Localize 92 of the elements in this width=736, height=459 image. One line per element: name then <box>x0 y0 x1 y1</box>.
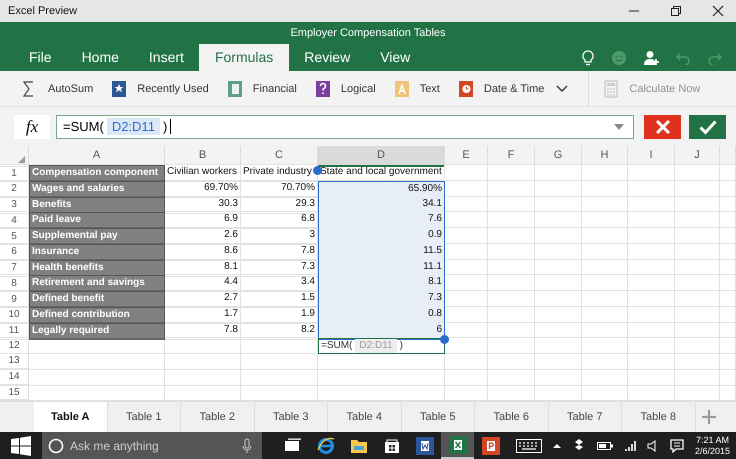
windows-logo-icon[interactable] <box>11 436 31 456</box>
table-cell: 2.7 <box>165 291 241 308</box>
table-cell: Legally required <box>29 322 165 340</box>
table-cell: 69.70% <box>165 180 241 198</box>
shopping-bag-icon <box>382 436 400 455</box>
presentation-app-icon <box>482 436 500 455</box>
column-header[interactable]: F <box>488 146 535 167</box>
ribbon-tab[interactable]: Insert <box>134 44 199 71</box>
table-cell: Retirement and savings <box>29 275 165 292</box>
question-book-icon <box>314 80 331 98</box>
column-header[interactable]: J <box>675 146 720 167</box>
notification-icon[interactable] <box>670 438 684 453</box>
sheet-tab[interactable]: Table A <box>34 402 108 432</box>
table-cell: Defined benefit <box>29 291 165 308</box>
ribbon-command[interactable]: Recently Used <box>111 80 209 98</box>
taskbar-button[interactable] <box>441 432 474 459</box>
star-book-icon <box>111 80 128 98</box>
spreadsheet-app-icon <box>448 436 466 454</box>
ribbon-command[interactable]: Date & Time <box>458 80 544 98</box>
microphone-icon[interactable] <box>242 438 252 454</box>
add-person-icon[interactable] <box>643 50 660 66</box>
ribbon-command[interactable]: Text <box>394 80 440 98</box>
table-cell: Civilian workers <box>165 165 241 182</box>
table-cell: 8.6 <box>165 244 241 261</box>
clock-date[interactable]: 2/6/2015 <box>694 446 730 457</box>
chevron-down-icon[interactable] <box>556 84 568 92</box>
browser-logo-icon <box>316 436 334 455</box>
row-header[interactable]: 12 <box>0 338 29 354</box>
selection-handle-icon[interactable] <box>440 334 449 344</box>
selection-handle-icon[interactable] <box>313 166 322 175</box>
table-cell: Supplemental pay <box>29 228 165 245</box>
ribbon-command[interactable]: AutoSum <box>22 80 94 98</box>
battery-icon[interactable] <box>596 440 613 451</box>
table-cell: 2.6 <box>165 228 241 245</box>
table-cell: 11.5 <box>318 244 445 261</box>
close-icon[interactable] <box>712 5 724 17</box>
ribbon-tab[interactable]: Formulas <box>198 44 290 71</box>
dropdown-arrow-icon[interactable] <box>613 122 625 130</box>
column-header[interactable]: I <box>628 146 675 167</box>
ribbon-command[interactable]: Logical <box>314 80 376 98</box>
table-cell: Defined contribution <box>29 306 165 324</box>
search-field[interactable]: Ask me anything <box>42 432 262 459</box>
document-title: Employer Compensation Tables <box>289 26 447 41</box>
table-cell: Compensation component <box>29 165 165 182</box>
checkmark-icon <box>698 118 716 134</box>
table-cell: 8.1 <box>165 260 241 276</box>
function-label[interactable]: fx <box>14 114 50 138</box>
window-title: Excel Preview <box>8 5 78 17</box>
column-header[interactable]: G <box>535 146 582 167</box>
formula-cell[interactable]: =SUM( D2:D11 ) <box>318 338 445 354</box>
row-header[interactable]: 14 <box>0 370 29 384</box>
table-cell: 65.90% <box>318 180 445 198</box>
table-cell: 7.6 <box>318 212 445 230</box>
lightbulb-icon[interactable] <box>581 50 595 66</box>
calculator-icon <box>603 80 620 98</box>
signal-icon[interactable] <box>624 440 636 452</box>
ledger-book-icon <box>226 80 243 98</box>
confirm-button[interactable] <box>689 114 726 138</box>
table-cell: Wages and salaries <box>29 180 165 198</box>
table-cell: 8.1 <box>318 275 445 292</box>
keyboard-icon[interactable] <box>516 438 542 453</box>
cancel-button[interactable] <box>644 114 681 138</box>
ribbon-command[interactable]: Financial <box>226 80 297 98</box>
chevron-up-icon[interactable] <box>552 442 561 449</box>
row-header[interactable]: 15 <box>0 386 29 400</box>
word-app-icon <box>416 436 434 455</box>
clock-book-icon <box>458 80 474 98</box>
table-cell: 7.8 <box>165 322 241 340</box>
column-header[interactable]: D <box>318 146 445 167</box>
column-header[interactable]: H <box>582 146 628 167</box>
table-cell: Insurance <box>29 244 165 261</box>
ribbon-tab[interactable]: View <box>365 44 426 71</box>
table-cell: 1.7 <box>165 306 241 324</box>
table-cell: 4.4 <box>165 275 241 292</box>
table-cell: 0.8 <box>318 306 445 324</box>
formula-input[interactable]: =SUM( D2:D11 ) <box>56 114 634 138</box>
table-cell: Paid leave <box>29 212 165 230</box>
table-cell: 30.3 <box>165 196 241 214</box>
column-header[interactable]: E <box>445 146 488 167</box>
table-cell: 6.9 <box>165 212 241 230</box>
select-all-icon[interactable] <box>18 156 25 163</box>
ribbon-tab[interactable]: Review <box>289 44 366 71</box>
table-cell: 7.3 <box>318 291 445 308</box>
table-cell: 0.9 <box>318 228 445 245</box>
cross-icon <box>654 118 670 134</box>
ribbon-tab[interactable]: File <box>14 44 67 71</box>
clock-time[interactable]: 7:21 AM <box>696 434 729 446</box>
row-header[interactable]: 13 <box>0 354 29 369</box>
circle-icon <box>48 438 64 454</box>
letter-book-icon <box>394 80 410 98</box>
ribbon-tab[interactable]: Home <box>66 44 134 71</box>
restore-icon[interactable] <box>670 5 682 17</box>
